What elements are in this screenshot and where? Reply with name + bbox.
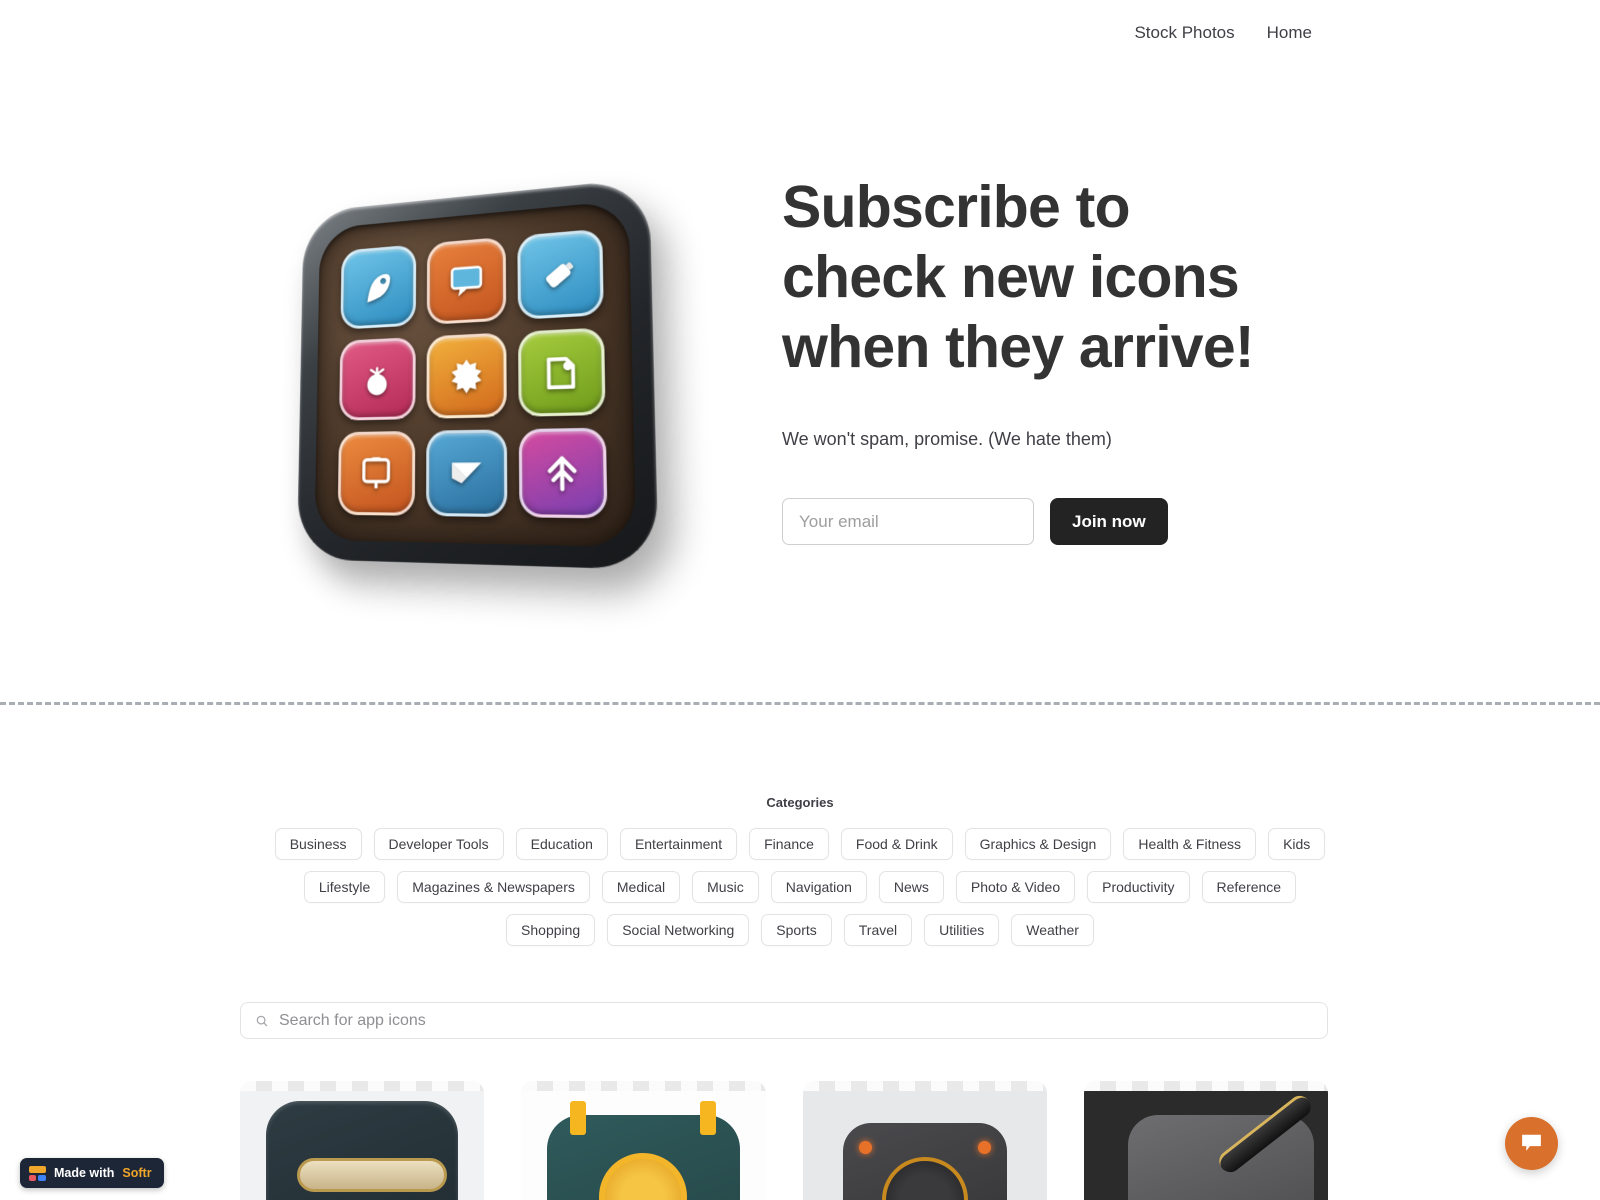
category-chip[interactable]: Entertainment	[619, 828, 738, 860]
category-chip[interactable]: Photo & Video	[955, 871, 1076, 903]
nav-link-home[interactable]: Home	[1251, 16, 1328, 49]
category-chip[interactable]: Weather	[1011, 914, 1094, 946]
app-tile-tomato-icon	[339, 336, 416, 422]
subscribe-form: Join now	[782, 498, 1360, 545]
category-chip[interactable]: Social Networking	[607, 914, 750, 946]
search-bar	[240, 1002, 1328, 1039]
search-input[interactable]	[279, 1011, 1313, 1030]
search-icon	[255, 1014, 269, 1028]
category-chip[interactable]: News	[878, 871, 944, 903]
icon-results-grid	[240, 1081, 1328, 1200]
category-chip[interactable]: Utilities	[924, 914, 1000, 946]
chat-widget-button[interactable]	[1505, 1117, 1558, 1170]
category-chip[interactable]: Navigation	[770, 871, 867, 903]
search-box[interactable]	[240, 1002, 1328, 1039]
badge-prefix-label: Made with	[54, 1166, 115, 1180]
hero-image	[240, 150, 692, 602]
section-divider	[0, 702, 1600, 705]
app-tile-arrow-up-icon	[519, 427, 608, 519]
category-chip[interactable]: Education	[515, 828, 608, 860]
hero-subtitle: We won't spam, promise. (We hate them)	[782, 429, 1112, 449]
categories-section: Categories Business Developer Tools Educat…	[240, 795, 1360, 946]
category-chip[interactable]: Food & Drink	[840, 828, 953, 860]
category-chip[interactable]: Magazines & Newspapers	[397, 871, 590, 903]
category-chip[interactable]: Health & Fitness	[1123, 828, 1257, 860]
email-field[interactable]	[782, 498, 1034, 545]
app-icon-grid-illustration	[296, 177, 659, 571]
made-with-softr-badge[interactable]: Made with Softr	[20, 1158, 164, 1188]
site-header: Stock Photos Home	[0, 0, 1600, 64]
category-chip[interactable]: Sports	[761, 914, 832, 946]
icon-thumbnail-scroll-safe[interactable]	[240, 1081, 485, 1200]
category-chip[interactable]: Shopping	[506, 914, 596, 946]
category-chip[interactable]: Medical	[601, 871, 681, 903]
app-tile-burst-icon	[426, 332, 508, 420]
category-chip-list: Business Developer Tools Education Entertai…	[255, 828, 1345, 946]
category-chip[interactable]: Music	[692, 871, 759, 903]
category-chip[interactable]: Business	[274, 828, 362, 860]
softr-logo-icon	[29, 1165, 46, 1181]
app-tile-battery-icon	[517, 228, 604, 320]
nav-link-stock-photos[interactable]: Stock Photos	[1118, 16, 1250, 49]
app-tile-chat-icon	[426, 236, 507, 325]
category-chip[interactable]: Productivity	[1087, 871, 1190, 903]
category-chip[interactable]: Graphics & Design	[964, 828, 1112, 860]
page-title: Subscribe to check new icons when they a…	[782, 174, 1254, 380]
icon-thumbnail-teal-compass[interactable]	[521, 1081, 766, 1200]
category-chip[interactable]: Travel	[843, 914, 913, 946]
chat-bubble-icon	[1519, 1130, 1544, 1158]
category-chip[interactable]: Kids	[1268, 828, 1326, 860]
icon-thumbnail-dark-dial[interactable]	[802, 1081, 1047, 1200]
badge-brand-label: Softr	[122, 1166, 152, 1180]
category-chip[interactable]: Developer Tools	[373, 828, 504, 860]
hero-copy: Subscribe to check new icons when they a…	[782, 150, 1360, 545]
categories-heading: Categories	[766, 795, 834, 810]
category-chip[interactable]: Lifestyle	[303, 871, 386, 903]
app-tile-location-icon	[340, 244, 416, 330]
category-chip[interactable]: Finance	[749, 828, 829, 860]
join-now-button[interactable]: Join now	[1050, 498, 1168, 545]
app-tile-notes-icon	[518, 327, 606, 418]
app-tile-mail-icon	[425, 429, 508, 518]
icon-thumbnail-black-pen[interactable]	[1083, 1081, 1328, 1200]
category-chip[interactable]: Reference	[1201, 871, 1297, 903]
hero-section: Subscribe to check new icons when they a…	[240, 150, 1360, 602]
app-tile-device-icon	[337, 431, 415, 516]
primary-navigation: Stock Photos Home	[1118, 16, 1328, 49]
